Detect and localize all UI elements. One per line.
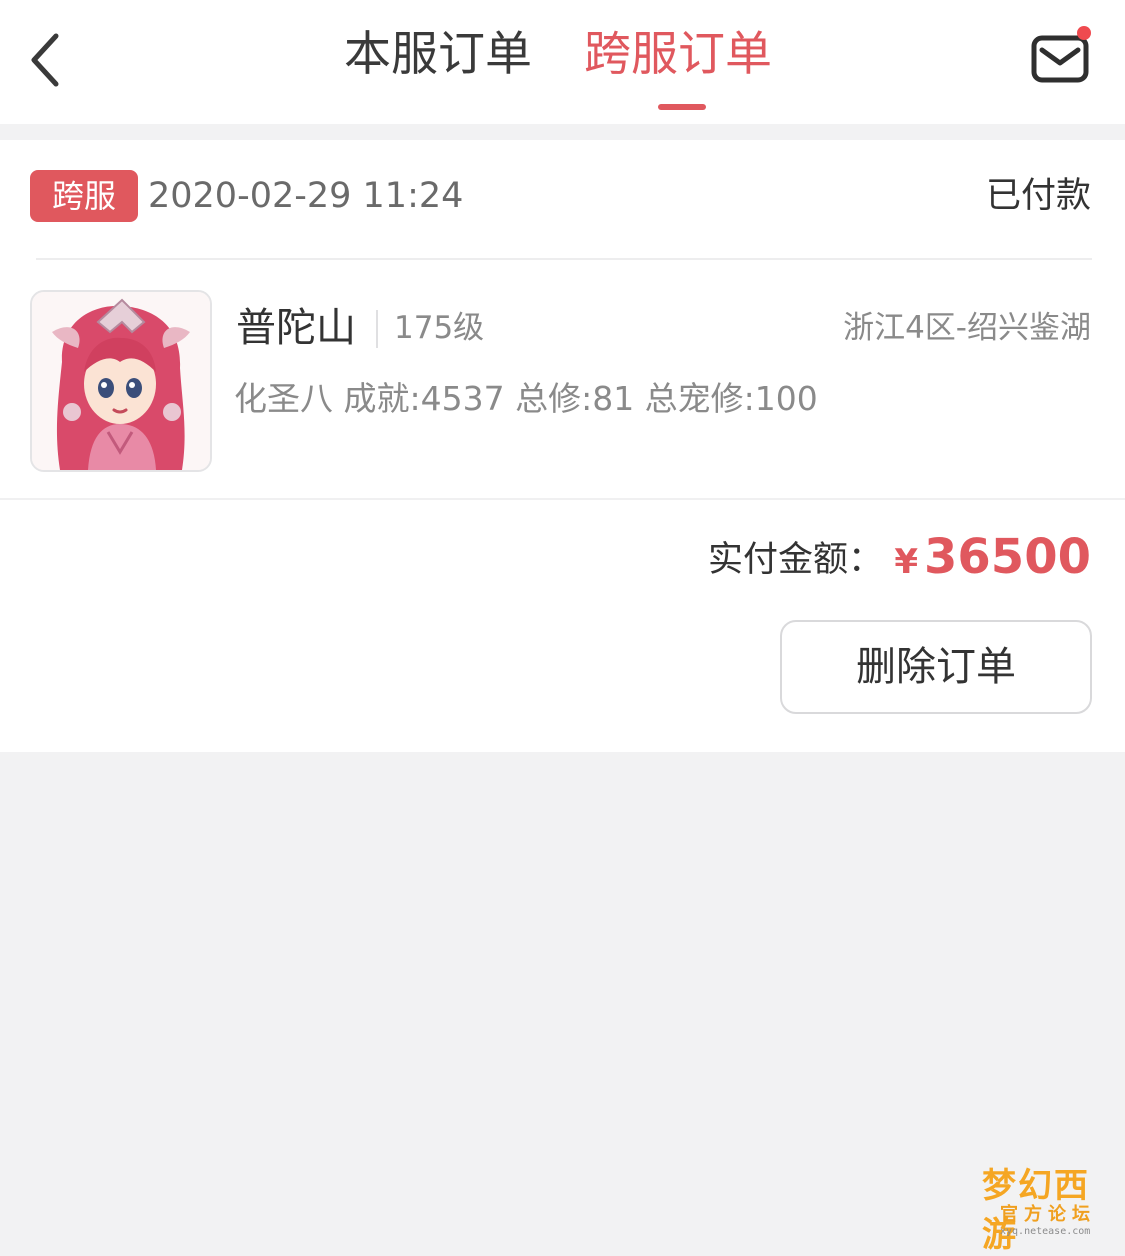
character-avatar <box>30 290 212 472</box>
order-time: 2020-02-29 11:24 <box>148 176 464 216</box>
paid-amount-value: 36500 <box>924 529 1091 585</box>
character-school: 普陀山 <box>236 305 356 351</box>
cross-server-badge: 跨服 <box>30 170 138 222</box>
tab-local-orders[interactable]: 本服订单 <box>344 20 532 90</box>
watermark-subtitle: 官方论坛 <box>1000 1204 1096 1225</box>
character-server: 浙江4区-绍兴鉴湖 <box>843 310 1091 346</box>
character-stats: 化圣八 成就:4537 总修:81 总宠修:100 <box>234 379 818 418</box>
tab-cross-server-orders[interactable]: 跨服订单 <box>584 20 772 90</box>
divider <box>0 498 1125 500</box>
order-card[interactable]: 跨服 2020-02-29 11:24 已付款 普陀山 175级 浙江4区-绍兴… <box>0 140 1125 752</box>
separator <box>376 310 378 348</box>
site-watermark: 梦幻西游 官方论坛 xyq.netease.com <box>976 1156 1116 1255</box>
paid-amount-label: 实付金额： <box>708 540 884 580</box>
character-portrait-image <box>32 292 210 470</box>
delete-order-button[interactable]: 删除订单 <box>780 620 1092 714</box>
active-tab-indicator <box>658 104 706 110</box>
paid-amount: ¥36500 <box>894 524 1091 590</box>
order-status: 已付款 <box>985 176 1091 216</box>
character-level: 175级 <box>394 310 485 346</box>
currency-symbol: ¥ <box>894 542 918 582</box>
divider <box>36 258 1092 260</box>
watermark-url: xyq.netease.com <box>1000 1226 1091 1237</box>
back-button[interactable] <box>20 22 76 94</box>
chevron-left-icon <box>31 33 59 87</box>
top-nav: 本服订单 跨服订单 <box>0 0 1125 124</box>
unread-dot <box>1077 26 1091 40</box>
